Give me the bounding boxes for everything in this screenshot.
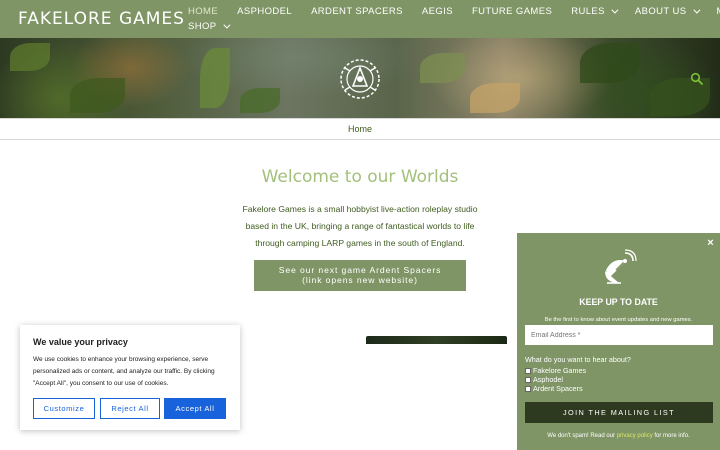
footer-text: for more info. — [652, 433, 690, 439]
banner-foliage — [70, 78, 125, 113]
nav-item-label: RULES — [571, 5, 605, 17]
breadcrumb: Home — [0, 118, 720, 140]
option-label: Ardent Spacers — [533, 384, 583, 393]
nav-item-aegis[interactable]: AEGIS — [422, 6, 453, 17]
banner-foliage — [580, 43, 640, 83]
footer-text: We don't spam! Read our — [547, 433, 617, 439]
option-label: Fakelore Games — [533, 366, 587, 375]
cookie-text: We use cookies to enhance your browsing … — [33, 356, 215, 387]
nav-row-secondary: SHOP — [188, 19, 720, 33]
interest-option[interactable]: Fakelore Games — [525, 366, 586, 375]
nav-item-label: HOME — [188, 5, 219, 17]
customize-button[interactable]: Customize — [33, 398, 95, 419]
banner-foliage — [470, 83, 520, 113]
nav-item-rules[interactable]: RULES — [571, 5, 619, 17]
privacy-policy-link[interactable]: privacy policy — [617, 433, 653, 439]
nav-item-future-games[interactable]: FUTURE GAMES — [472, 6, 552, 17]
newsletter-subtitle: Be the first to know about event updates… — [544, 317, 693, 323]
nav-item-label: ASPHODEL — [237, 5, 293, 17]
interest-option[interactable]: Asphodel — [525, 375, 563, 384]
fakelore-emblem-icon[interactable] — [337, 56, 383, 102]
close-icon[interactable]: × — [705, 238, 716, 249]
interest-option[interactable]: Ardent Spacers — [525, 384, 583, 393]
checkbox[interactable] — [525, 367, 531, 374]
join-mailing-list-button[interactable]: JOIN THE MAILING LIST — [525, 402, 713, 423]
chevron-down-icon — [692, 6, 700, 14]
nav-item-about-us[interactable]: ABOUT US — [634, 5, 700, 17]
site-header: FAKELORE GAMES HOME ASPHODEL ARDENT SPACER… — [0, 0, 720, 38]
nav-item-ardent-spacers[interactable]: ARDENT SPACERS — [311, 6, 403, 17]
banner-foliage — [200, 48, 230, 108]
nav-item-label: ARDENT SPACERS — [311, 5, 403, 17]
nav-item-label: MY ACCOUNT — [717, 6, 720, 17]
search-icon[interactable] — [690, 72, 704, 86]
banner-foliage — [420, 53, 465, 83]
email-field[interactable] — [525, 325, 713, 345]
nav-item-asphodel[interactable]: ASPHODEL — [237, 6, 292, 17]
site-logo[interactable]: FAKELORE GAMES — [18, 9, 185, 29]
nav-item-label: SHOP — [188, 20, 217, 32]
banner-foliage — [10, 43, 50, 71]
page-title: Welcome to our Worlds — [261, 167, 459, 187]
cookie-consent-banner: We value your privacy We use cookies to … — [20, 325, 240, 430]
cookie-title: We value your privacy — [33, 337, 128, 347]
nav-item-label: AEGIS — [421, 5, 453, 17]
breadcrumb-home[interactable]: Home — [0, 124, 720, 134]
accept-all-button[interactable]: Accept All — [164, 398, 226, 419]
intro-paragraph: Fakelore Games is a small hobbyist live-… — [242, 204, 478, 248]
content-image — [366, 336, 507, 344]
option-label: Asphodel — [533, 375, 563, 384]
ardent-spacers-button[interactable]: See our next game Ardent Spacers (link o… — [254, 260, 466, 291]
banner-foliage — [240, 88, 280, 113]
satellite-dish-icon — [605, 249, 637, 284]
newsletter-footer: We don't spam! Read our privacy policy f… — [517, 433, 720, 439]
reject-all-button[interactable]: Reject All — [100, 398, 160, 419]
cta-sublabel: (link opens new website) — [302, 275, 418, 285]
nav-item-my-account[interactable]: MY ACCOUNT — [717, 6, 720, 17]
page: FAKELORE GAMES HOME ASPHODEL ARDENT SPACER… — [0, 0, 720, 450]
cta-label: See our next game Ardent Spacers — [278, 265, 442, 275]
chevron-down-icon — [222, 21, 230, 29]
newsletter-popup: × KEEP UP TO DATE Be the first to know a… — [517, 233, 720, 450]
newsletter-title: KEEP UP TO DATE — [579, 297, 658, 307]
chevron-down-icon — [611, 6, 619, 14]
nav-item-label: FUTURE GAMES — [471, 5, 553, 17]
main-navigation: HOME ASPHODEL ARDENT SPACERS AEGIS FUTURE GA… — [188, 0, 720, 33]
checkbox[interactable] — [525, 385, 531, 392]
nav-item-shop[interactable]: SHOP — [188, 20, 230, 32]
checkbox[interactable] — [525, 376, 531, 383]
nav-item-label: ABOUT US — [634, 5, 687, 17]
nav-item-home[interactable]: HOME — [188, 6, 218, 17]
interests-question: What do you want to hear about? — [525, 355, 631, 364]
